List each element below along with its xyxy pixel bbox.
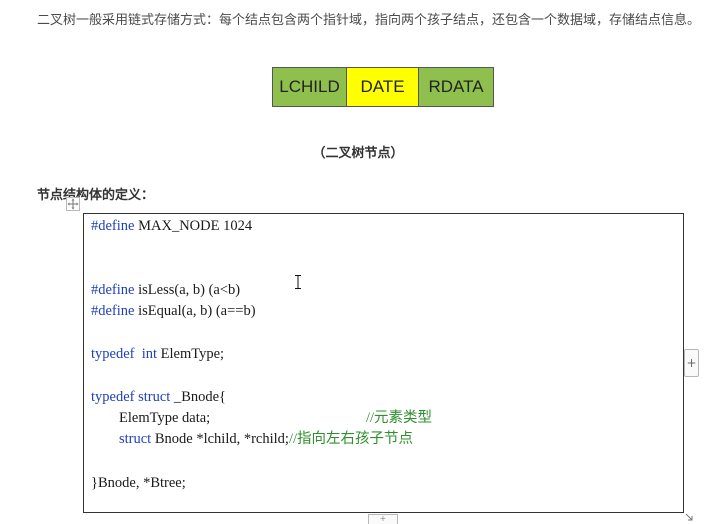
code-text: ElemType; <box>157 346 225 362</box>
code-line-typedef-struct: typedef struct _Bnode{ <box>91 388 226 406</box>
add-column-button[interactable]: + <box>684 349 699 377</box>
diagram-caption: （二叉树节点） <box>312 146 404 161</box>
binary-tree-node-diagram: LCHILD DATE RDATA <box>272 67 494 107</box>
code-line-define-isequal: #define isEqual(a, b) (a==b) <box>91 302 256 320</box>
keyword-int: int <box>141 346 158 362</box>
code-text: MAX_NODE 1024 <box>134 218 253 234</box>
code-comment: //元素类型 <box>366 410 433 426</box>
code-text: isLess(a, b) (a<b) <box>134 282 241 298</box>
code-line-define-isless: #define isLess(a, b) (a<b) <box>91 281 240 299</box>
code-line-child-pointers: struct Bnode *lchild, *rchild;//指向左右孩子节点 <box>119 430 413 448</box>
add-row-button[interactable]: + <box>368 514 398 524</box>
code-line-typedef-elemtype: typedef int ElemType; <box>91 345 224 363</box>
rdata-cell: RDATA <box>419 68 493 106</box>
code-text: isEqual(a, b) (a==b) <box>134 303 256 319</box>
text-cursor-icon <box>295 275 301 289</box>
intro-paragraph: 二叉树一般采用链式存储方式：每个结点包含两个指针域，指向两个孩子结点，还包含一个… <box>37 13 701 28</box>
code-line-closing: }Bnode, *Btree; <box>91 474 186 492</box>
code-text: }Bnode, *Btree; <box>91 475 186 491</box>
code-text: ElemType data; <box>119 410 211 426</box>
lchild-cell: LCHILD <box>273 68 347 106</box>
keyword-define: #define <box>91 303 135 319</box>
code-comment: //指向左右孩子节点 <box>288 431 414 447</box>
code-line-define-max-node: #define MAX_NODE 1024 <box>91 217 252 235</box>
keyword-typedef-struct: typedef struct <box>91 389 171 405</box>
date-cell: DATE <box>347 68 419 106</box>
code-line-data-field: ElemType data; //元素类型 <box>119 409 432 427</box>
keyword-define: #define <box>91 282 135 298</box>
keyword-struct: struct <box>119 431 152 447</box>
keyword-define: #define <box>91 218 135 234</box>
section-title: 节点结构体的定义： <box>37 188 155 203</box>
code-text: _Bnode{ <box>170 389 227 405</box>
code-text: Bnode *lchild, *rchild; <box>151 431 289 447</box>
keyword-typedef: typedef <box>91 346 135 362</box>
code-block[interactable]: #define MAX_NODE 1024 #define isLess(a, … <box>83 213 684 513</box>
resize-icon[interactable] <box>684 513 694 521</box>
move-icon[interactable] <box>66 197 80 211</box>
